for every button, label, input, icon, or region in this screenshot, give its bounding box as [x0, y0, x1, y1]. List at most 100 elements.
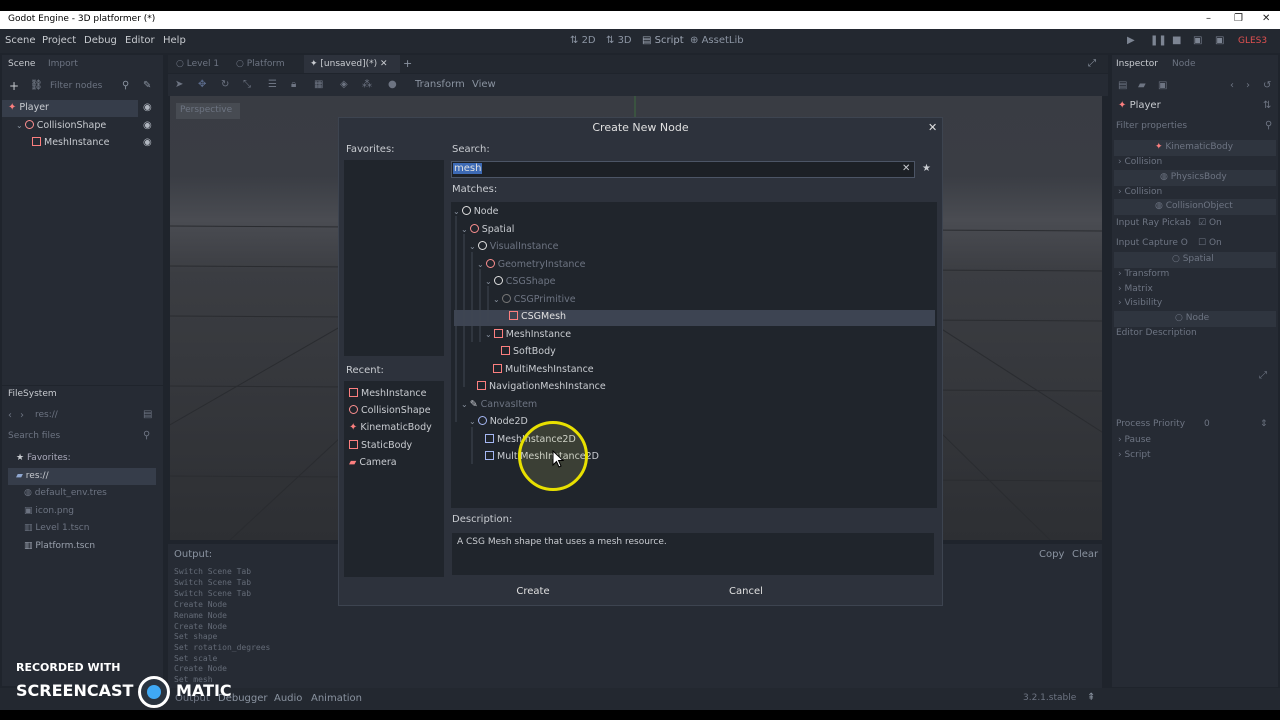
match-visualinstance[interactable]: ⌄ VisualInstance	[469, 241, 558, 258]
maximize-button[interactable]: ❐	[1234, 13, 1243, 24]
class-kinematic[interactable]: ✦ KinematicBody	[1155, 142, 1233, 152]
prop-collision[interactable]: › Collision	[1118, 157, 1162, 167]
history-forward-icon[interactable]: ›	[1246, 80, 1250, 91]
menu-project[interactable]: Project	[42, 35, 76, 46]
renderer-label[interactable]: GLES3	[1238, 36, 1267, 46]
snap-icon[interactable]: ⁂	[362, 79, 372, 90]
distraction-free-icon[interactable]: ⤢	[1088, 58, 1096, 69]
prop-pause[interactable]: › Pause	[1118, 435, 1151, 445]
rotate-tool-icon[interactable]: ↻	[221, 79, 229, 90]
play-scene-icon[interactable]: ▣	[1193, 35, 1202, 46]
scene-node-meshinstance[interactable]: MeshInstance	[32, 137, 109, 154]
recent-item-meshinstance[interactable]: MeshInstance	[349, 388, 426, 405]
prop-visibility[interactable]: › Visibility	[1118, 298, 1162, 308]
dialog-close-icon[interactable]: ✕	[928, 121, 937, 134]
search-input[interactable]	[451, 161, 915, 178]
recent-item-staticbody[interactable]: StaticBody	[349, 440, 412, 457]
prop-matrix[interactable]: › Matrix	[1118, 284, 1153, 294]
match-csgmesh[interactable]: CSGMesh	[509, 311, 566, 328]
link-icon[interactable]: ⛓	[30, 80, 43, 91]
bottom-tab-animation[interactable]: Animation	[311, 693, 362, 704]
class-spatial[interactable]: ○ Spatial	[1172, 254, 1214, 264]
search-files-input[interactable]: Search files	[8, 431, 60, 441]
history-back-icon[interactable]: ‹	[1230, 80, 1234, 91]
file-item[interactable]: ▥ Level 1.tscn	[24, 523, 89, 533]
save-resource-icon[interactable]: ▣	[1158, 80, 1167, 91]
prop-transform[interactable]: › Transform	[1118, 269, 1169, 279]
recent-item-camera[interactable]: ▰ Camera	[349, 457, 397, 474]
add-node-icon[interactable]: +	[9, 79, 19, 93]
prop-script[interactable]: › Script	[1118, 450, 1151, 460]
visibility-eye-icon[interactable]: ◉	[143, 120, 152, 131]
match-softbody[interactable]: SoftBody	[501, 346, 556, 363]
process-priority-value[interactable]: 0	[1204, 419, 1210, 429]
visibility-eye-icon[interactable]: ◉	[143, 137, 152, 148]
perspective-button[interactable]: Perspective	[176, 103, 240, 119]
tab-node[interactable]: Node	[1172, 59, 1196, 69]
new-tab-button[interactable]: +	[403, 57, 412, 70]
menu-help[interactable]: Help	[163, 35, 186, 46]
file-item[interactable]: ▥ Platform.tscn	[24, 541, 95, 551]
match-multimeshinstance[interactable]: MultiMeshInstance	[493, 364, 594, 381]
toggle-ray-pickable[interactable]: ☑ On	[1198, 218, 1222, 228]
load-resource-icon[interactable]: ▰	[1138, 80, 1146, 91]
match-geometryinstance[interactable]: ⌄ GeometryInstance	[477, 259, 585, 276]
visibility-eye-icon[interactable]: ◉	[143, 102, 152, 113]
tab-import[interactable]: Import	[48, 59, 78, 69]
lock-icon[interactable]: 🔒︎	[291, 79, 296, 90]
tab-scene[interactable]: Scene	[8, 59, 35, 69]
favorites-item[interactable]: ★ Favorites:	[16, 453, 71, 463]
forward-icon[interactable]: ›	[20, 410, 24, 421]
workspace-2d[interactable]: ⇅ 2D	[570, 35, 596, 46]
path-field[interactable]: res://	[35, 410, 58, 420]
filter-properties-input[interactable]: Filter properties	[1116, 121, 1187, 131]
recent-item-kinematicbody[interactable]: ✦ KinematicBody	[349, 422, 432, 439]
file-item[interactable]: ◍ default_env.tres	[24, 488, 107, 498]
match-canvasitem[interactable]: ⌄ ✎ CanvasItem	[461, 399, 537, 416]
history-icon[interactable]: ↺	[1263, 80, 1271, 91]
favorite-star-icon[interactable]: ★	[922, 163, 931, 174]
pause-icon[interactable]: ❚❚	[1150, 35, 1167, 46]
prop-collision-2[interactable]: › Collision	[1118, 187, 1162, 197]
camera-icon[interactable]: ●	[388, 79, 397, 90]
local-space-icon[interactable]: ◈	[340, 79, 348, 90]
tab-inspector[interactable]: Inspector	[1116, 59, 1158, 69]
recent-item-collisionshape[interactable]: CollisionShape	[349, 405, 431, 422]
split-view-icon[interactable]: ▤	[143, 409, 152, 420]
object-properties-icon[interactable]: ⇅	[1263, 100, 1271, 111]
class-node[interactable]: ○ Node	[1175, 313, 1209, 323]
scene-node-player[interactable]: ✦ Player	[8, 102, 49, 119]
minimize-button[interactable]: –	[1206, 13, 1211, 24]
match-navmeshinstance[interactable]: NavigationMeshInstance	[477, 381, 606, 398]
favorites-list[interactable]	[344, 160, 444, 356]
expand-icon[interactable]: ⤢	[1259, 370, 1267, 381]
scale-tool-icon[interactable]: ⤡	[243, 79, 251, 90]
new-resource-icon[interactable]: ▤	[1118, 80, 1127, 91]
stop-icon[interactable]: ■	[1172, 35, 1181, 46]
script-icon[interactable]: ✎	[143, 80, 151, 91]
match-spatial[interactable]: ⌄ Spatial	[461, 224, 514, 241]
copy-button[interactable]: Copy	[1039, 549, 1064, 560]
group-icon[interactable]: ▦	[314, 79, 323, 90]
match-csgshape[interactable]: ⌄ CSGShape	[485, 276, 555, 293]
back-icon[interactable]: ‹	[8, 410, 12, 421]
workspace-3d[interactable]: ⇅ 3D	[606, 35, 632, 46]
file-item[interactable]: ▣ icon.png	[24, 506, 74, 516]
inspector-object[interactable]: ✦ Player	[1118, 100, 1161, 111]
create-button[interactable]: Create	[510, 586, 556, 597]
close-window-button[interactable]: ✕	[1262, 13, 1270, 24]
match-csgprimitive[interactable]: ⌄ CSGPrimitive	[493, 294, 576, 311]
menu-scene[interactable]: Scene	[5, 35, 36, 46]
workspace-script[interactable]: ▤ Script	[642, 35, 684, 46]
filter-nodes-input[interactable]: Filter nodes	[50, 81, 102, 91]
workspace-assetlib[interactable]: ⊕ AssetLib	[690, 35, 744, 46]
match-node2d[interactable]: ⌄ Node2D	[469, 416, 528, 433]
bottom-tab-audio[interactable]: Audio	[274, 693, 302, 704]
class-physicsbody[interactable]: ◍ PhysicsBody	[1160, 172, 1227, 182]
tab-platform[interactable]: ○ Platform	[236, 59, 285, 69]
list-icon[interactable]: ☰	[268, 79, 277, 90]
move-tool-icon[interactable]: ✥	[198, 79, 206, 90]
spinner-icon[interactable]: ⇕	[1260, 419, 1268, 429]
menu-editor[interactable]: Editor	[125, 35, 155, 46]
match-node[interactable]: ⌄ Node	[453, 206, 499, 223]
